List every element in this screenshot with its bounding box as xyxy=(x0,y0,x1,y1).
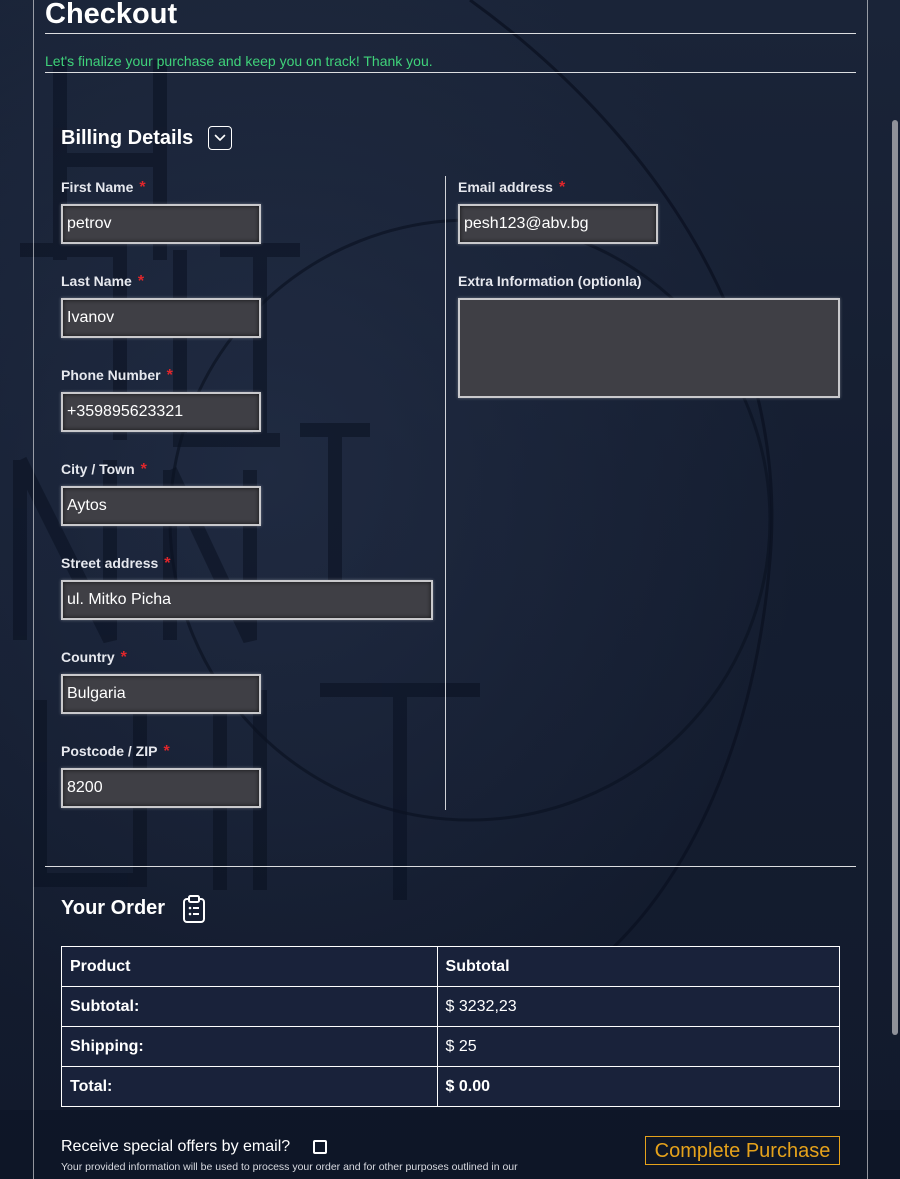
table-row: Total: $ 0.00 xyxy=(61,1066,841,1107)
table-row: Subtotal: $ 3232,23 xyxy=(61,986,841,1027)
last-name-input[interactable]: Ivanov xyxy=(61,298,261,338)
row-value-subtotal: $ 3232,23 xyxy=(436,986,841,1027)
required-mark: * xyxy=(120,649,127,666)
subtitle-divider xyxy=(45,72,856,73)
city-input[interactable]: Aytos xyxy=(61,486,261,526)
order-heading: Your Order xyxy=(61,897,166,919)
last-name-label-text: Last Name xyxy=(61,273,132,289)
chevron-down-icon xyxy=(214,134,226,141)
checkout-page: Checkout Let's finalize your purchase an… xyxy=(0,0,900,1179)
required-mark: * xyxy=(164,555,171,572)
postcode-input[interactable]: 8200 xyxy=(61,768,261,808)
scrollbar[interactable] xyxy=(892,120,898,1035)
email-label-text: Email address xyxy=(458,179,553,195)
phone-label-text: Phone Number xyxy=(61,367,161,383)
email-input[interactable]: pesh123@abv.bg xyxy=(458,204,658,244)
row-label-total: Total: xyxy=(61,1066,438,1107)
postcode-label-text: Postcode / ZIP xyxy=(61,743,158,759)
street-label-text: Street address xyxy=(61,555,159,571)
billing-heading: Billing Details xyxy=(61,127,194,149)
required-mark: * xyxy=(139,179,146,196)
street-label: Street address * xyxy=(61,555,171,573)
city-label-text: City / Town xyxy=(61,461,135,477)
required-mark: * xyxy=(163,743,170,760)
country-label-text: Country xyxy=(61,649,115,665)
extra-info-label: Extra Information (optionla) xyxy=(458,273,642,289)
required-mark: * xyxy=(140,461,147,478)
phone-label: Phone Number * xyxy=(61,367,173,385)
row-label-shipping: Shipping: xyxy=(61,1026,438,1067)
first-name-input[interactable]: petrov xyxy=(61,204,261,244)
extra-info-textarea[interactable] xyxy=(458,298,840,398)
row-label-subtotal: Subtotal: xyxy=(61,986,438,1027)
postcode-label: Postcode / ZIP * xyxy=(61,743,170,761)
email-label: Email address * xyxy=(458,179,565,197)
required-mark: * xyxy=(166,367,173,384)
complete-purchase-button[interactable]: Complete Purchase xyxy=(645,1136,840,1165)
order-divider xyxy=(45,866,856,867)
first-name-label-text: First Name xyxy=(61,179,134,195)
last-name-label: Last Name * xyxy=(61,273,144,291)
country-input[interactable]: Bulgaria xyxy=(61,674,261,714)
clipboard-list-icon xyxy=(183,895,205,923)
street-input[interactable]: ul. Mitko Picha xyxy=(61,580,433,620)
privacy-notice: Your provided information will be used t… xyxy=(61,1161,518,1173)
order-table: Product Subtotal Subtotal: $ 3232,23 Shi… xyxy=(61,946,841,1107)
table-row: Shipping: $ 25 xyxy=(61,1026,841,1067)
special-offers-label: Receive special offers by email? xyxy=(61,1138,291,1155)
phone-input[interactable]: +359895623321 xyxy=(61,392,261,432)
required-mark: * xyxy=(137,273,145,290)
table-header-row: Product Subtotal xyxy=(61,946,841,987)
page-title: Checkout xyxy=(45,0,178,30)
page-subtitle: Let's finalize your purchase and keep yo… xyxy=(45,53,433,69)
special-offers-checkbox[interactable] xyxy=(313,1140,327,1154)
column-header-subtotal: Subtotal xyxy=(436,946,841,987)
row-value-total: $ 0.00 xyxy=(436,1066,841,1107)
column-header-product: Product xyxy=(61,946,438,987)
billing-toggle-button[interactable] xyxy=(208,126,232,150)
title-divider xyxy=(45,33,856,34)
column-divider xyxy=(445,176,446,810)
city-label: City / Town * xyxy=(61,461,147,479)
country-label: Country * xyxy=(61,649,127,667)
row-value-shipping: $ 25 xyxy=(436,1026,841,1067)
extra-info-label-text: Extra Information (optionla) xyxy=(458,273,642,289)
first-name-label: First Name * xyxy=(61,179,146,197)
required-mark: * xyxy=(558,179,566,196)
